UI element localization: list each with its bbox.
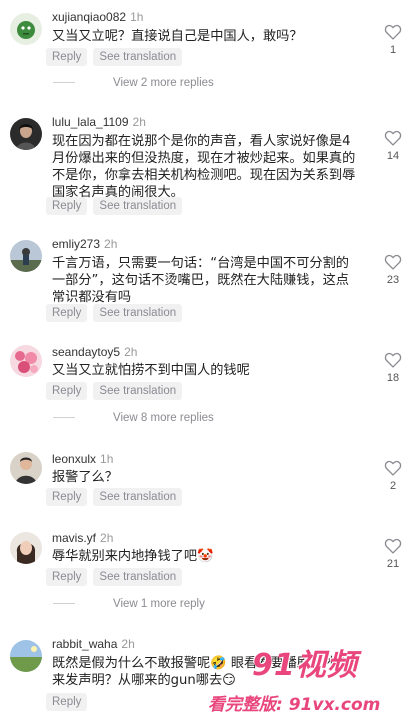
comment-time: 1h bbox=[130, 10, 144, 24]
like-button[interactable]: 2 bbox=[378, 460, 408, 492]
avatar[interactable] bbox=[10, 345, 42, 377]
heart-outline-icon bbox=[384, 24, 402, 40]
like-count: 14 bbox=[386, 150, 400, 162]
avatar[interactable] bbox=[10, 532, 42, 564]
see-translation-button[interactable]: See translation bbox=[93, 488, 183, 506]
comment-user-line: emliy273 2h bbox=[52, 237, 117, 251]
reply-button[interactable]: Reply bbox=[46, 48, 88, 66]
avatar[interactable] bbox=[10, 13, 42, 45]
watermark-logo: 91视频 bbox=[252, 648, 358, 683]
like-button[interactable]: 1 bbox=[378, 24, 408, 56]
reply-button[interactable]: Reply bbox=[46, 693, 88, 711]
see-translation-button[interactable]: See translation bbox=[93, 197, 183, 215]
avatar[interactable] bbox=[10, 452, 42, 484]
avatar[interactable] bbox=[10, 640, 42, 672]
username[interactable]: rabbit_waha bbox=[52, 637, 117, 651]
watermark: 91视频 看完整版: 91vx.com bbox=[208, 640, 418, 720]
comment-time: 2h bbox=[100, 531, 114, 545]
like-button[interactable]: 18 bbox=[378, 352, 408, 384]
comment-time: 2h bbox=[132, 115, 146, 129]
like-count: 18 bbox=[386, 372, 400, 384]
like-button[interactable]: 14 bbox=[378, 130, 408, 162]
username[interactable]: xujianqiao082 bbox=[52, 10, 126, 24]
comment-time: 1h bbox=[100, 452, 114, 466]
reply-button[interactable]: Reply bbox=[46, 488, 88, 506]
avatar[interactable] bbox=[10, 240, 42, 272]
like-count: 2 bbox=[389, 480, 397, 492]
see-translation-button[interactable]: See translation bbox=[93, 568, 183, 586]
comment-time: 2h bbox=[104, 237, 118, 251]
heart-outline-icon bbox=[384, 352, 402, 368]
comment-user-line: mavis.yf 2h bbox=[52, 531, 113, 545]
reply-button[interactable]: Reply bbox=[46, 568, 88, 586]
avatar[interactable] bbox=[10, 118, 42, 150]
comment-time: 2h bbox=[121, 637, 135, 651]
comment-user-line: xujianqiao082 1h bbox=[52, 10, 143, 24]
like-button[interactable]: 21 bbox=[378, 538, 408, 570]
comment-text: 千言万语，只需要一句话：“台湾是中国不可分割的一部分”，这句话不烫嘴巴，既然在大… bbox=[52, 256, 349, 305]
comment-user-line: lulu_lala_1109 2h bbox=[52, 115, 146, 129]
comment-user-line: leonxulx 1h bbox=[52, 452, 113, 466]
see-translation-button[interactable]: See translation bbox=[93, 382, 183, 400]
like-button[interactable]: 23 bbox=[378, 254, 408, 286]
heart-outline-icon bbox=[384, 460, 402, 476]
watermark-url: 看完整版: 91vx.com bbox=[208, 695, 381, 715]
view-more-replies[interactable]: View 8 more replies bbox=[53, 412, 214, 424]
like-count: 21 bbox=[386, 558, 400, 570]
comment-text: 报警了么？ bbox=[52, 470, 118, 485]
heart-outline-icon bbox=[384, 130, 402, 146]
comment-text: 又当又立就怕捞不到中国人的钱呢 bbox=[52, 363, 250, 378]
reply-button[interactable]: Reply bbox=[46, 304, 88, 322]
comment-user-line: seandaytoy5 2h bbox=[52, 345, 137, 359]
comment-text: 辱华就别来内地挣钱了吧🤡 bbox=[52, 549, 214, 564]
username[interactable]: mavis.yf bbox=[52, 531, 96, 545]
reply-button[interactable]: Reply bbox=[46, 197, 88, 215]
like-count: 23 bbox=[386, 274, 400, 286]
reply-button[interactable]: Reply bbox=[46, 382, 88, 400]
comment-user-line: rabbit_waha 2h bbox=[52, 637, 135, 651]
username[interactable]: leonxulx bbox=[52, 452, 96, 466]
view-more-replies[interactable]: View 1 more reply bbox=[53, 598, 205, 610]
like-count: 1 bbox=[389, 44, 397, 56]
view-more-replies[interactable]: View 2 more replies bbox=[53, 77, 214, 89]
see-translation-button[interactable]: See translation bbox=[93, 304, 183, 322]
username[interactable]: emliy273 bbox=[52, 237, 100, 251]
comment-text: 现在因为都在说那个是你的声音，看人家说好像是4月份爆出来的但没热度，现在才被炒起… bbox=[52, 134, 356, 200]
comment-text: 又当又立呢？直接说自己是中国人，敢吗？ bbox=[52, 29, 303, 44]
comment-time: 2h bbox=[124, 345, 138, 359]
heart-outline-icon bbox=[384, 254, 402, 270]
heart-outline-icon bbox=[384, 538, 402, 554]
username[interactable]: lulu_lala_1109 bbox=[52, 115, 129, 129]
see-translation-button[interactable]: See translation bbox=[93, 48, 183, 66]
username[interactable]: seandaytoy5 bbox=[52, 345, 120, 359]
